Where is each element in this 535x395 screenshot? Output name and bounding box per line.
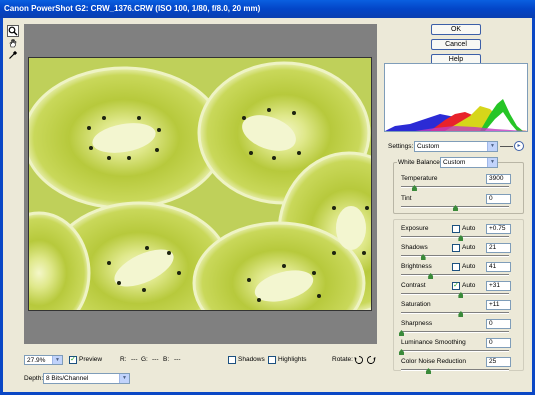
settings-select[interactable]: Custom ▼ <box>414 141 498 152</box>
chevron-down-icon: ▼ <box>119 374 129 383</box>
highlights-clipping-checkbox[interactable] <box>268 356 276 364</box>
shadows-label: Shadows <box>401 244 428 251</box>
white-balance-value: Custom <box>443 159 466 166</box>
zoom-select[interactable]: 27.9% ▼ <box>24 355 63 365</box>
depth-value: 8 Bits/Channel <box>46 375 89 382</box>
brightness-slider-track[interactable] <box>401 274 509 276</box>
settings-value: Custom <box>417 143 440 150</box>
color-noise-reduction-slider-track[interactable] <box>401 369 509 371</box>
preview-checkbox[interactable]: ✓ <box>69 356 77 364</box>
exposure-label: Exposure <box>401 225 429 232</box>
image-preview-area <box>24 24 377 344</box>
tint-value-field[interactable]: 0 <box>486 194 511 204</box>
zoom-value: 27.9% <box>27 357 46 364</box>
temperature-slider-track[interactable] <box>401 186 509 188</box>
contrast-slider-track[interactable] <box>401 293 509 295</box>
cancel-button[interactable]: Cancel <box>431 39 481 50</box>
exposure-slider-track[interactable] <box>401 236 509 238</box>
color-noise-reduction-label: Color Noise Reduction <box>401 358 467 365</box>
preview-label: Preview <box>79 356 103 363</box>
hand-icon <box>9 39 17 48</box>
eyedropper-icon <box>9 50 18 59</box>
rotate-left-button[interactable] <box>354 355 364 365</box>
contrast-auto-label: Auto <box>462 282 476 289</box>
depth-select[interactable]: 8 Bits/Channel ▼ <box>43 373 130 384</box>
luminance-smoothing-value-field[interactable]: 0 <box>486 338 511 348</box>
rotate-right-button[interactable] <box>366 355 376 365</box>
rotate-label: Rotate: <box>332 356 353 363</box>
window-title: Canon PowerShot G2: CRW_1376.CRW (ISO 10… <box>0 0 535 18</box>
shadows-value-field[interactable]: 21 <box>486 243 511 253</box>
shadows-clipping-label: Shadows <box>238 356 265 363</box>
saturation-slider-track[interactable] <box>401 312 509 314</box>
zoom-icon <box>8 26 18 36</box>
photo-preview <box>28 57 372 311</box>
sharpness-slider-track[interactable] <box>401 331 509 333</box>
brightness-label: Brightness <box>401 263 432 270</box>
depth-label: Depth: <box>24 375 44 382</box>
shadows-slider-track[interactable] <box>401 255 509 257</box>
r-label: R: <box>120 356 127 363</box>
rotate-right-icon <box>366 356 376 364</box>
sharpness-label: Sharpness <box>401 320 433 327</box>
temperature-value-field[interactable]: 3900 <box>486 174 511 184</box>
luminance-smoothing-label: Luminance Smoothing <box>401 339 466 346</box>
contrast-label: Contrast <box>401 282 426 289</box>
temperature-label: Temperature <box>401 175 438 182</box>
chevron-down-icon: ▼ <box>487 142 497 151</box>
highlights-clipping-label: Highlights <box>278 356 307 363</box>
exposure-auto-label: Auto <box>462 225 476 232</box>
brightness-value-field[interactable]: 41 <box>486 262 511 272</box>
settings-line <box>500 146 513 147</box>
luminance-smoothing-slider-track[interactable] <box>401 350 509 352</box>
settings-menu-icon[interactable]: ▸ <box>514 141 524 151</box>
b-label: B: <box>163 356 170 363</box>
histogram <box>384 63 528 132</box>
zoom-tool[interactable] <box>7 25 19 37</box>
settings-label: Settings: <box>388 143 414 150</box>
color-noise-reduction-value-field[interactable]: 25 <box>486 357 511 367</box>
sharpness-value-field[interactable]: 0 <box>486 319 511 329</box>
brightness-auto-checkbox[interactable] <box>452 263 460 271</box>
b-value: --- <box>174 356 181 363</box>
r-value: --- <box>131 356 138 363</box>
hand-tool[interactable] <box>7 37 19 49</box>
chevron-down-icon: ▼ <box>52 356 62 364</box>
eyedropper-tool[interactable] <box>7 49 19 61</box>
saturation-value-field[interactable]: +11 <box>486 300 511 310</box>
brightness-auto-label: Auto <box>462 263 476 270</box>
white-balance-label: White Balance: <box>397 159 443 166</box>
chevron-down-icon: ▼ <box>487 158 497 167</box>
saturation-label: Saturation <box>401 301 431 308</box>
g-value: --- <box>152 356 159 363</box>
shadows-clipping-checkbox[interactable] <box>228 356 236 364</box>
g-label: G: <box>141 356 148 363</box>
exposure-value-field[interactable]: +0.75 <box>486 224 511 234</box>
rotate-left-icon <box>354 356 364 364</box>
white-balance-select[interactable]: Custom ▼ <box>440 157 498 168</box>
exposure-auto-checkbox[interactable] <box>452 225 460 233</box>
ok-button[interactable]: OK <box>431 24 481 35</box>
shadows-auto-checkbox[interactable] <box>452 244 460 252</box>
contrast-auto-checkbox[interactable]: ✓ <box>452 282 460 290</box>
contrast-value-field[interactable]: +31 <box>486 281 511 291</box>
tint-label: Tint <box>401 195 412 202</box>
shadows-auto-label: Auto <box>462 244 476 251</box>
